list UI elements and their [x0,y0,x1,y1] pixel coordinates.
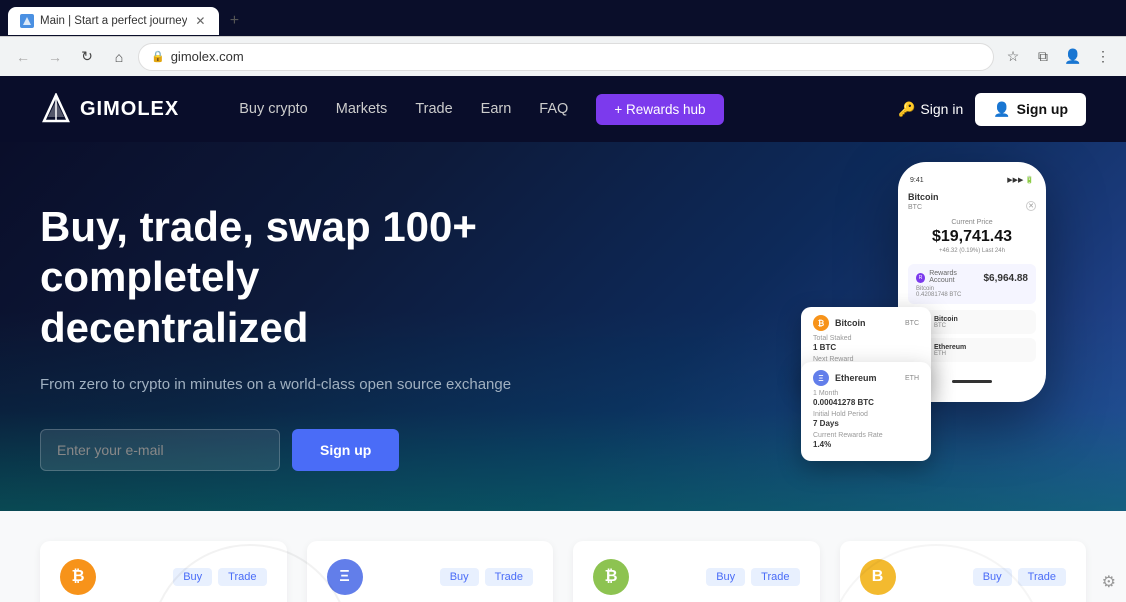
menu-icon[interactable]: ⋮ [1090,44,1116,70]
sign-in-button[interactable]: 🔑 Sign in [898,101,963,118]
coin-card-bch-header: ₿ Buy Trade [593,559,800,595]
floating-eth-month-label: 1 Month [813,390,919,397]
browser-chrome: Main | Start a perfect journey ✕ + ← → ↻… [0,0,1126,76]
coins-section: ₿ Buy Trade Bitcoin BTC $67,379.89 +0.01… [0,511,1126,602]
extensions-icon[interactable]: ⧉ [1030,44,1056,70]
phone-coin-name: Bitcoin [908,192,939,202]
floating-btc-header: ₿ Bitcoin BTC [813,315,919,331]
floating-eth-hold-label: Initial Hold Period [813,411,919,418]
reload-button[interactable]: ↻ [74,44,100,70]
tab-title: Main | Start a perfect journey [40,15,187,27]
nav-auth: 🔑 Sign in 👤 Sign up [898,93,1086,126]
logo-text: GIMOLEX [80,98,179,121]
floating-eth-name: Ethereum [835,373,877,383]
tab-bar: Main | Start a perfect journey ✕ + [0,0,1126,36]
phone-status-bar: 9:41 ▶▶▶ 🔋 [908,176,1036,184]
nav-earn[interactable]: Earn [481,101,512,117]
website: GIMOLEX Buy crypto Markets Trade Earn FA… [0,76,1126,602]
phone-eth-info: Ethereum ETH [934,344,1028,357]
eth-actions: Buy Trade [440,568,533,586]
floating-btc-icon: ₿ [813,315,829,331]
bch-trade-button[interactable]: Trade [751,568,799,586]
nav-buy-crypto[interactable]: Buy crypto [239,101,308,117]
phone-btc-info: Bitcoin BTC [934,316,1028,329]
coin-card-bch: ₿ Buy Trade Bitcoin Cash BCH $444.50 +0.… [573,541,820,602]
tab-close-button[interactable]: ✕ [193,14,207,28]
nav-links: Buy crypto Markets Trade Earn FAQ + Rewa… [239,94,898,125]
floating-eth-icon: Ξ [813,370,829,386]
hero-signup-button[interactable]: Sign up [292,429,399,471]
logo[interactable]: GIMOLEX [40,93,179,125]
toolbar-icons: ☆ ⧉ 👤 ⋮ [1000,44,1116,70]
active-tab[interactable]: Main | Start a perfect journey ✕ [8,7,219,35]
home-button[interactable]: ⌂ [106,44,132,70]
phone-rewards-section: R Rewards Account $6,964.88 Bitcoin 0.42… [908,264,1036,304]
close-icon: ✕ [1026,201,1036,211]
logo-icon [40,93,72,125]
hero-form: Sign up [40,429,520,471]
user-icon: 👤 [993,101,1010,118]
lock-icon: 🔒 [151,50,165,63]
nav-trade[interactable]: Trade [415,101,452,117]
floating-btc-ticker: BTC [905,320,919,327]
floating-eth-ticker: ETH [905,375,919,382]
hero-subtitle: From zero to crypto in minutes on a worl… [40,373,520,397]
new-tab-button[interactable]: + [221,8,247,34]
forward-button[interactable]: → [42,44,68,70]
address-bar[interactable]: 🔒 gimolex.com [138,43,994,71]
profile-icon[interactable]: 👤 [1060,44,1086,70]
phone-price: $19,741.43 [908,228,1036,246]
btc-icon: ₿ [60,559,96,595]
rewards-hub-button[interactable]: + Rewards hub [596,94,723,125]
phone-signal: ▶▶▶ 🔋 [1007,176,1034,184]
phone-price-change: +46.32 (0.19%) Last 24h [908,248,1036,254]
settings-icon[interactable]: ⚙ [1102,572,1116,592]
phone-time: 9:41 [910,177,924,184]
bch-buy-button[interactable]: Buy [706,568,745,586]
floating-eth-hold-value: 7 Days [813,419,919,428]
phone-rewards-title: Rewards Account [929,270,979,284]
hero-title: Buy, trade, swap 100+ completely decentr… [40,202,520,353]
floating-card-eth: Ξ Ethereum ETH 1 Month 0.00041278 BTC In… [801,362,931,461]
floating-btc-name: Bitcoin [835,318,866,328]
email-input[interactable] [40,429,280,471]
eth-trade-button[interactable]: Trade [485,568,533,586]
phone-rewards-btc: 0.42081748 BTC [916,292,1028,298]
hero-content: Buy, trade, swap 100+ completely decentr… [40,202,520,471]
nav-faq[interactable]: FAQ [539,101,568,117]
back-button[interactable]: ← [10,44,36,70]
phone-price-label: Current Price [908,219,1036,226]
url-text: gimolex.com [171,49,981,64]
nav-markets[interactable]: Markets [336,101,388,117]
coin-card-eth-header: Ξ Buy Trade [327,559,534,595]
bookmark-icon[interactable]: ☆ [1000,44,1026,70]
phone-rewards-amount: $6,964.88 [984,273,1029,284]
eth-buy-button[interactable]: Buy [440,568,479,586]
floating-eth-header: Ξ Ethereum ETH [813,370,919,386]
floating-btc-staked-value: 1 BTC [813,343,919,352]
rewards-icon: R [916,273,925,283]
coin-card-eth: Ξ Buy Trade Ethereum ETH $3,492.61 -0.77… [307,541,554,602]
bch-actions: Buy Trade [706,568,799,586]
phone-coin-ticker: BTC [908,204,939,211]
floating-eth-rate-label: Current Rewards Rate [813,432,919,439]
bch-icon: ₿ [593,559,629,595]
navigation: GIMOLEX Buy crypto Markets Trade Earn FA… [0,76,1126,142]
toolbar: ← → ↻ ⌂ 🔒 gimolex.com ☆ ⧉ 👤 ⋮ [0,36,1126,76]
sign-up-button[interactable]: 👤 Sign up [975,93,1086,126]
floating-eth-month-value: 0.00041278 BTC [813,398,919,407]
floating-btc-staked-label: Total Staked [813,335,919,342]
bnb-trade-button[interactable]: Trade [1018,568,1066,586]
hero-section: Buy, trade, swap 100+ completely decentr… [0,142,1126,511]
tab-favicon [20,14,34,28]
key-icon: 🔑 [898,101,915,118]
floating-eth-rate-value: 1.4% [813,440,919,449]
